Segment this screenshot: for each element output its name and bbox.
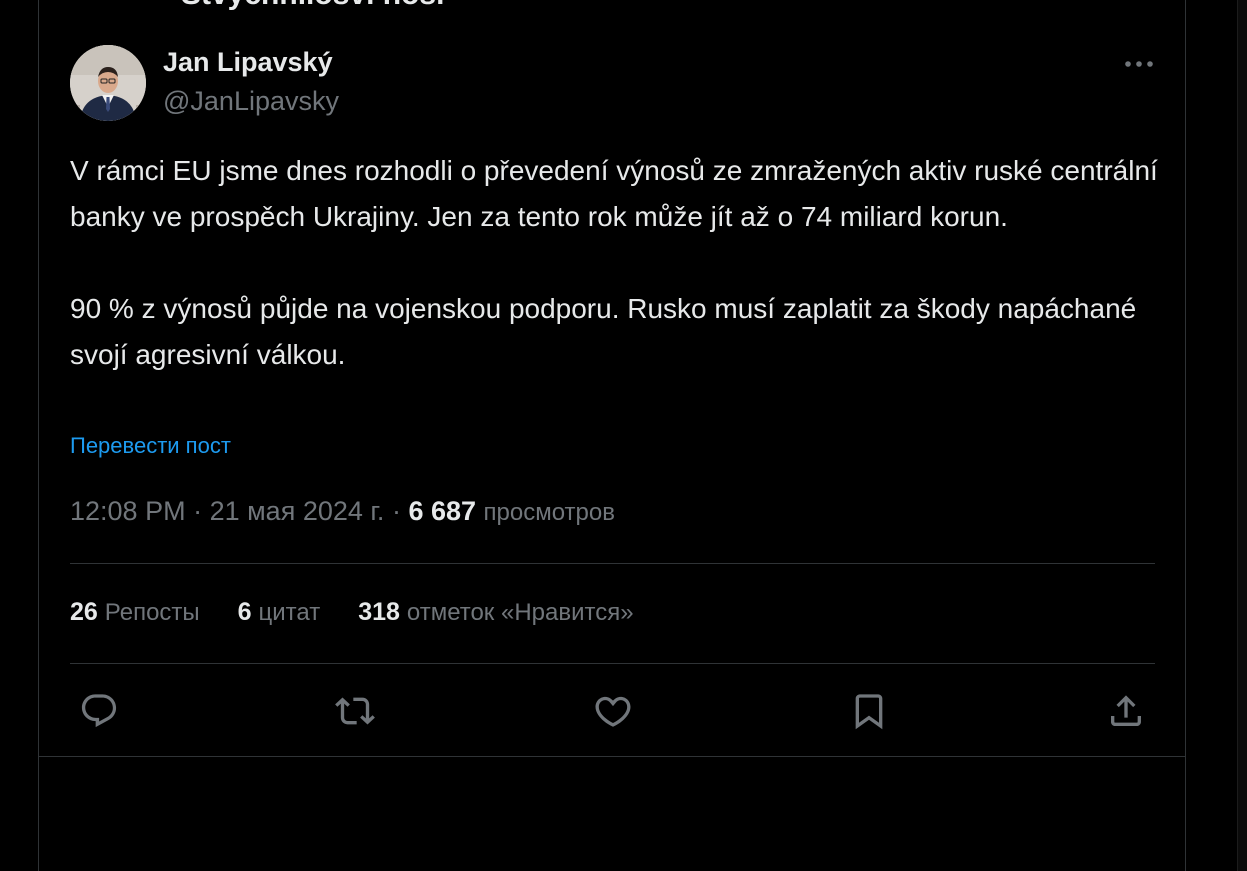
meta-separator: · — [384, 496, 409, 526]
author-name[interactable]: Jan Lipavský — [163, 47, 333, 78]
reposts-count: 26 — [70, 598, 98, 626]
share-button[interactable] — [1104, 689, 1148, 733]
meta-separator: · — [185, 496, 210, 526]
like-icon — [595, 696, 631, 727]
scrollbar-track[interactable] — [1237, 0, 1247, 871]
like-button[interactable] — [591, 689, 635, 733]
reposts-label: Репосты — [104, 599, 200, 626]
views-count: 6 687 — [408, 496, 477, 526]
divider — [70, 663, 1155, 664]
reply-button[interactable] — [77, 689, 121, 733]
more-options-button[interactable] — [1121, 50, 1157, 78]
likes-label: отметок «Нравится» — [406, 599, 634, 626]
bookmark-button[interactable] — [847, 689, 891, 733]
views-label: просмотров — [483, 499, 615, 526]
tweet-time[interactable]: 12:08 PM — [70, 496, 186, 526]
avatar-photo — [70, 45, 146, 121]
reposts-stat[interactable]: 26 Репосты — [70, 598, 200, 627]
likes-count: 318 — [358, 598, 400, 626]
tweet-paragraph: 90 % z výnosů půjde na vojenskou podporu… — [70, 293, 1137, 370]
avatar[interactable] — [70, 45, 146, 121]
quotes-label: цитат — [258, 599, 321, 626]
reply-icon — [81, 694, 117, 728]
likes-stat[interactable]: 318 отметок «Нравится» — [358, 598, 633, 627]
repost-icon — [335, 697, 375, 725]
divider — [39, 756, 1185, 757]
share-icon — [1111, 695, 1141, 726]
tweet-paragraph: V rámci EU jsme dnes rozhodli o převeden… — [70, 155, 1158, 232]
tweet-meta: 12:08 PM · 21 мая 2024 г. · 6 687 просмо… — [70, 496, 615, 527]
quotes-count: 6 — [237, 598, 252, 626]
divider — [70, 563, 1155, 564]
repost-button[interactable] — [333, 689, 377, 733]
author-handle[interactable]: @JanLipavsky — [163, 86, 339, 117]
tweet-date[interactable]: 21 мая 2024 г. — [210, 496, 385, 526]
quotes-stat[interactable]: 6 цитат — [238, 598, 321, 627]
previous-post-heading: Stvýchnilosvi hosi — [181, 0, 444, 12]
bookmark-icon — [855, 694, 883, 730]
tweet-column: Stvýchnilosvi hosi Jan Lipavský @JanLipa… — [38, 0, 1186, 871]
more-horizontal-icon — [1125, 61, 1153, 67]
engagement-stats: 26 Репосты 6 цитат 318 отметок «Нравится… — [70, 598, 672, 627]
translate-post-link[interactable]: Перевести пост — [70, 433, 231, 459]
tweet-text: V rámci EU jsme dnes rozhodli o převeden… — [70, 148, 1170, 378]
